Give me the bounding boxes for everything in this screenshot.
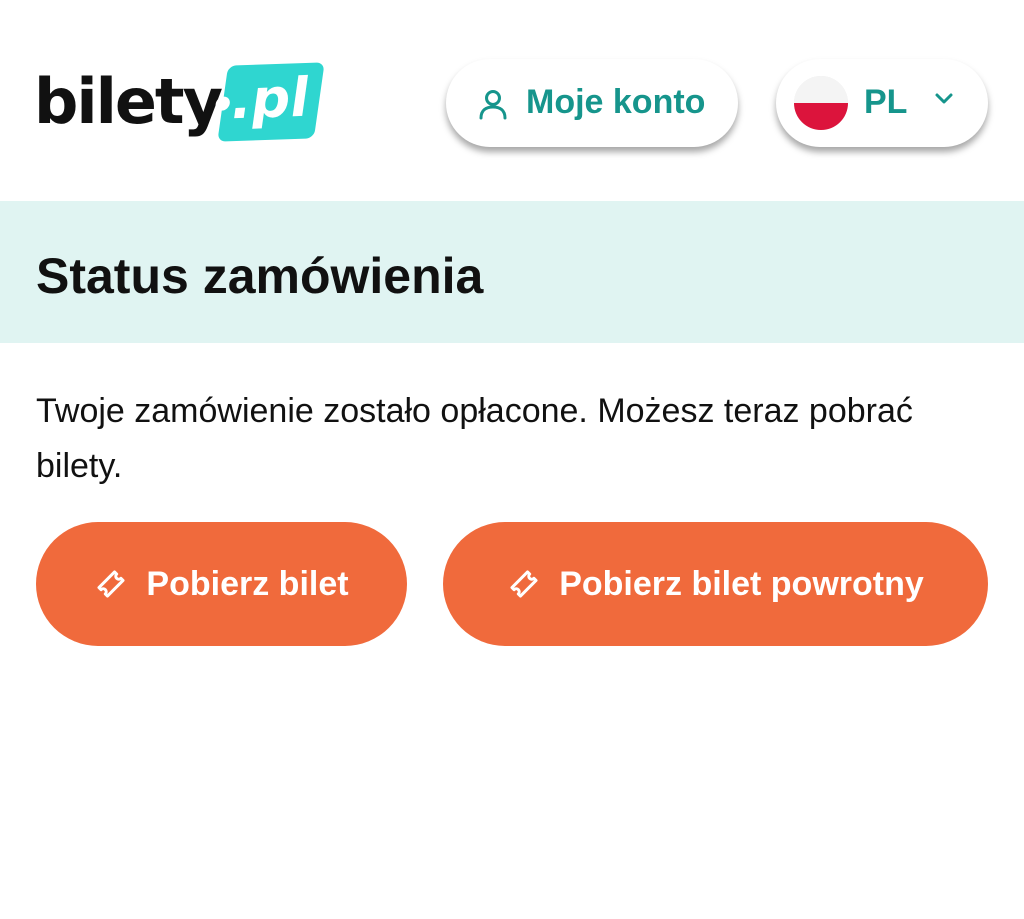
logo-badge-notch [214,96,231,111]
language-selector[interactable]: PL [776,59,988,147]
download-return-ticket-button[interactable]: Pobierz bilet powrotny [443,522,988,646]
page-title: Status zamówienia [36,248,484,304]
site-header: bilety .pl Moje konto PL [0,0,1024,200]
download-return-ticket-label: Pobierz bilet powrotny [559,564,924,603]
download-ticket-label: Pobierz bilet [146,564,349,603]
logo-badge: .pl [214,62,325,142]
order-status-message: Twoje zamówienie zostało opłacone. Możes… [36,392,913,485]
bilety-logo[interactable]: bilety .pl [34,52,325,152]
user-icon [479,90,507,120]
status-banner: Status zamówienia [0,201,1024,343]
language-label: PL [864,83,908,121]
ticket-icon [97,570,125,598]
my-account-label: Moje konto [526,83,706,121]
chevron-down-icon [935,93,953,104]
download-ticket-button[interactable]: Pobierz bilet [36,522,407,646]
logo-badge-text: .pl [226,65,314,132]
my-account-button[interactable]: Moje konto [446,59,738,147]
ticket-icon [510,570,538,598]
logo-text: bilety [34,65,223,138]
poland-flag-icon [794,76,848,130]
